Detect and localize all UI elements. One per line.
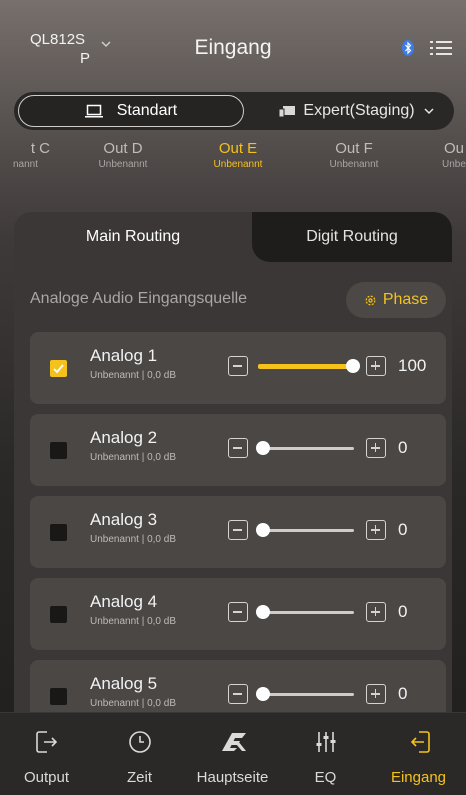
page-title: Eingang bbox=[194, 36, 272, 59]
level-slider[interactable] bbox=[256, 523, 354, 537]
output-channel-c[interactable]: t C nannt bbox=[0, 140, 66, 172]
input-checkbox[interactable] bbox=[50, 606, 67, 623]
nav-label: Hauptseite bbox=[196, 769, 269, 786]
input-row: Analog 4 Unbenannt | 0,0 dB 0 bbox=[30, 578, 446, 650]
level-value: 0 bbox=[398, 684, 408, 703]
output-name: t C bbox=[30, 140, 50, 157]
output-channel-e[interactable]: Out E Unbenannt bbox=[188, 140, 288, 172]
level-value: 0 bbox=[398, 438, 408, 457]
level-slider-handle[interactable] bbox=[346, 359, 360, 373]
increase-button[interactable] bbox=[366, 356, 386, 376]
nav-label: Eingang bbox=[390, 769, 447, 786]
input-row: Analog 1 Unbenannt | 0,0 dB 100 bbox=[30, 332, 446, 404]
level-value: 100 bbox=[398, 356, 427, 375]
input-name: Analog 4 bbox=[90, 592, 158, 611]
increase-button[interactable] bbox=[366, 602, 386, 622]
increase-button[interactable] bbox=[366, 438, 386, 458]
nav-output[interactable]: Output bbox=[0, 713, 93, 795]
input-checkbox[interactable] bbox=[50, 688, 67, 705]
mode-switch: Standart Expert(Staging) bbox=[14, 92, 454, 130]
mode-expert-button[interactable]: Expert(Staging) bbox=[264, 95, 450, 127]
input-row: Analog 3 Unbenannt | 0,0 dB 0 bbox=[30, 496, 446, 568]
tab-main-routing[interactable]: Main Routing bbox=[14, 212, 252, 262]
nav-zeit[interactable]: Zeit bbox=[93, 713, 186, 795]
level-slider-handle[interactable] bbox=[256, 523, 270, 537]
output-channel-f[interactable]: Out F Unbenannt bbox=[304, 140, 404, 172]
nav-label: Zeit bbox=[126, 769, 152, 786]
phase-button[interactable]: Phase bbox=[346, 282, 446, 318]
level-slider-handle[interactable] bbox=[256, 605, 270, 619]
bluetooth-icon[interactable] bbox=[402, 40, 414, 56]
level-value: 0 bbox=[398, 602, 408, 621]
nav-eq[interactable]: EQ bbox=[279, 713, 372, 795]
input-row: Analog 2 Unbenannt | 0,0 dB 0 bbox=[30, 414, 446, 486]
input-subtitle: Unbenannt | 0,0 dB bbox=[90, 452, 176, 463]
output-subtitle: Unbenannt bbox=[98, 159, 148, 170]
output-subtitle: Unbenannt bbox=[329, 159, 379, 170]
output-subtitle: nannt bbox=[12, 159, 38, 170]
mode-standard-label: Standart bbox=[116, 102, 178, 119]
app-header: QL812S P Eingang bbox=[0, 0, 466, 90]
output-channel-g[interactable]: Ou Unbe bbox=[438, 140, 466, 172]
nav-hauptseite[interactable]: Hauptseite bbox=[186, 713, 279, 795]
level-slider[interactable] bbox=[256, 687, 354, 701]
level-slider[interactable] bbox=[256, 441, 354, 455]
input-icon bbox=[410, 731, 430, 753]
level-value: 0 bbox=[398, 520, 408, 539]
nav-label: Output bbox=[23, 769, 70, 786]
output-channel-d[interactable]: Out D Unbenannt bbox=[73, 140, 173, 172]
menu-icon[interactable] bbox=[430, 38, 452, 58]
increase-button[interactable] bbox=[366, 684, 386, 704]
input-subtitle: Unbenannt | 0,0 dB bbox=[90, 698, 176, 709]
input-checkbox[interactable] bbox=[50, 360, 67, 377]
routing-tabs: Digit Routing Main Routing bbox=[14, 212, 452, 262]
mode-expert-label: Expert(Staging) bbox=[303, 102, 415, 119]
input-subtitle: Unbenannt | 0,0 dB bbox=[90, 616, 176, 627]
nav-eingang[interactable]: Eingang bbox=[372, 713, 465, 795]
esx-logo-icon bbox=[222, 733, 246, 751]
nav-label: EQ bbox=[314, 769, 337, 786]
decrease-button[interactable] bbox=[228, 438, 248, 458]
routing-panel: Digit Routing Main Routing Analoge Audio… bbox=[14, 212, 452, 732]
bottom-nav: Output Zeit Hauptseite EQ Eingang bbox=[0, 712, 466, 795]
output-channel-strip: t C nannt Out D Unbenannt Out E Unbenann… bbox=[0, 140, 466, 180]
input-name: Analog 5 bbox=[90, 674, 158, 693]
input-name: Analog 1 bbox=[90, 346, 158, 365]
input-checkbox[interactable] bbox=[50, 442, 67, 459]
mode-standard-button[interactable]: Standart bbox=[18, 95, 244, 127]
output-subtitle: Unbe bbox=[442, 159, 466, 170]
decrease-button[interactable] bbox=[228, 684, 248, 704]
phase-label: Phase bbox=[382, 291, 429, 308]
output-icon bbox=[36, 731, 58, 753]
checkmark-icon bbox=[53, 364, 64, 374]
decrease-button[interactable] bbox=[228, 520, 248, 540]
output-subtitle: Unbenannt bbox=[213, 159, 263, 170]
devices-icon bbox=[279, 106, 296, 117]
chevron-down-icon bbox=[424, 108, 434, 115]
decrease-button[interactable] bbox=[228, 356, 248, 376]
level-slider-handle[interactable] bbox=[256, 687, 270, 701]
increase-button[interactable] bbox=[366, 520, 386, 540]
level-slider[interactable] bbox=[258, 359, 360, 373]
output-name: Out D bbox=[103, 140, 143, 157]
decrease-button[interactable] bbox=[228, 602, 248, 622]
level-slider[interactable] bbox=[256, 605, 354, 619]
output-name: Out F bbox=[335, 140, 373, 157]
gear-icon bbox=[365, 295, 376, 305]
level-slider-handle[interactable] bbox=[256, 441, 270, 455]
input-subtitle: Unbenannt | 0,0 dB bbox=[90, 370, 176, 381]
level-slider-fill bbox=[258, 364, 354, 369]
input-name: Analog 3 bbox=[90, 510, 158, 529]
input-subtitle: Unbenannt | 0,0 dB bbox=[90, 534, 176, 545]
input-name: Analog 2 bbox=[90, 428, 158, 447]
tab-digit-routing[interactable]: Digit Routing bbox=[252, 212, 452, 262]
output-name: Out E bbox=[218, 140, 258, 157]
input-checkbox[interactable] bbox=[50, 524, 67, 541]
output-name: Ou bbox=[444, 140, 465, 157]
laptop-icon bbox=[84, 104, 103, 118]
clock-icon bbox=[129, 731, 151, 753]
source-section-label: Analoge Audio Eingangsquelle bbox=[30, 290, 248, 307]
equalizer-icon bbox=[316, 732, 336, 752]
